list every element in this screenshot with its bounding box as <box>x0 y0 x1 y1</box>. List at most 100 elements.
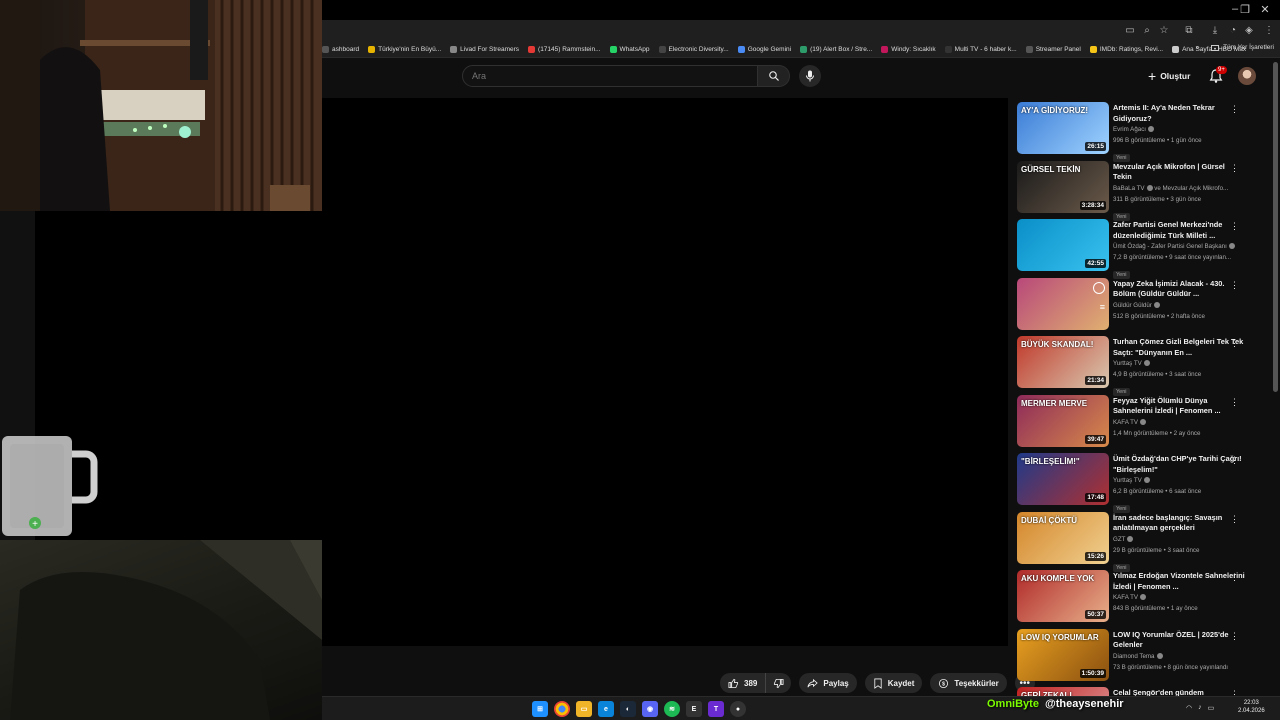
more-options-icon[interactable]: ⋮ <box>1230 104 1239 115</box>
discord-icon[interactable]: ◉ <box>642 701 658 717</box>
recommendation-item[interactable]: AKU KOMPLE YOK 50:37 Yılmaz Erdoğan Vizont… <box>1016 570 1272 629</box>
wifi-icon[interactable]: ◠ <box>1186 704 1192 712</box>
bookmark-item[interactable]: WhatsApp <box>609 46 650 53</box>
share-button[interactable]: Paylaş <box>799 673 857 693</box>
channel-name[interactable]: KAFA TV <box>1113 419 1138 426</box>
more-options-icon[interactable]: ⋮ <box>1230 338 1239 349</box>
bookmark-item[interactable]: Türkiye'nin En Büyü... <box>368 46 441 53</box>
video-title[interactable]: Turhan Çömez Gizli Belgeleri Tek Tek Saç… <box>1113 337 1245 358</box>
video-title[interactable]: İran sadece başlangıç: Savaşın anlatılma… <box>1113 513 1245 534</box>
bookmark-item[interactable]: Multi TV - 6 haber k... <box>944 46 1017 53</box>
cast-icon[interactable]: ▭ <box>1123 24 1137 38</box>
watch-later-icon[interactable] <box>1093 281 1105 294</box>
bookmark-item[interactable]: Livad For Streamers <box>450 46 519 53</box>
video-thumbnail[interactable]: AKU KOMPLE YOK 50:37 <box>1017 570 1109 622</box>
page-scrollbar[interactable] <box>1273 62 1278 392</box>
video-title[interactable]: LOW IQ Yorumlar ÖZEL | 2025'de Gelenler <box>1113 630 1245 651</box>
channel-name[interactable]: Yurttaş TV <box>1113 360 1142 367</box>
more-options-icon[interactable]: ⋮ <box>1230 631 1239 642</box>
bookmark-item[interactable]: Windy: Sıcaklık <box>881 46 936 53</box>
video-title[interactable]: Yapay Zeka İşimizi Alacak - 430. Bölüm (… <box>1113 279 1245 300</box>
bookmark-item[interactable]: Streamer Panel <box>1025 46 1081 53</box>
steam-icon[interactable]: ◐ <box>620 701 636 717</box>
channel-name[interactable]: GZT <box>1113 536 1125 543</box>
video-title[interactable]: Mevzular Açık Mikrofon | Gürsel Tekin <box>1113 162 1245 183</box>
voice-search-button[interactable] <box>799 65 821 87</box>
avatar[interactable] <box>1238 67 1256 85</box>
bookmarks-overflow-icon[interactable]: » <box>1195 44 1199 51</box>
channel-name[interactable]: Diamond Tema <box>1113 653 1155 660</box>
spotify-icon[interactable]: ≋ <box>664 701 680 717</box>
video-thumbnail[interactable]: AY'A GİDİYORUZ! 26:15 <box>1017 102 1109 154</box>
channel-name[interactable]: BaBaLa TV <box>1113 185 1145 192</box>
video-thumbnail[interactable]: BÜYÜK SKANDAL! 21:34 <box>1017 336 1109 388</box>
bookmark-item[interactable]: Google Gemini <box>737 46 791 53</box>
recommendation-item[interactable]: MERMER MERVE 39:47 Feyyaz Yiğit Ölümlü Dün… <box>1016 394 1272 454</box>
more-options-icon[interactable]: ⋮ <box>1230 455 1239 466</box>
windows-start-icon[interactable]: ⊞ <box>532 701 548 717</box>
close-icon[interactable]: ✕ <box>1255 3 1275 16</box>
save-button[interactable]: Kaydet <box>864 673 923 693</box>
video-title[interactable]: Artemis II: Ay'a Neden Tekrar Gidiyoruz? <box>1113 103 1245 124</box>
all-bookmarks[interactable]: » Tüm Yer İşaretleri <box>1195 44 1274 51</box>
chrome-icon[interactable] <box>554 701 570 717</box>
recommendation-item[interactable]: GÜRSEL TEKİN 3:28:34 Mevzular Açık Mikrofo… <box>1016 160 1272 221</box>
recommendation-item[interactable]: LOW IQ YORUMLAR 1:50:39 LOW IQ Yorumlar ÖZ… <box>1016 628 1272 688</box>
channel-name[interactable]: Güldür Güldür <box>1113 302 1152 309</box>
bookmark-item[interactable]: (19) Alert Box / Stre... <box>800 46 872 53</box>
video-player[interactable] <box>322 98 1008 646</box>
battery-icon[interactable]: ▭ <box>1208 704 1215 712</box>
video-thumbnail[interactable]: 42:55 <box>1017 219 1109 271</box>
video-title[interactable]: Zafer Partisi Genel Merkezi'nde düzenled… <box>1113 220 1245 241</box>
volume-icon[interactable]: ♪ <box>1198 704 1202 712</box>
video-title[interactable]: Ümit Özdağ'dan CHP'ye Tarihi Çağrı! "Bir… <box>1113 454 1245 475</box>
bookmark-star-icon[interactable]: ☆ <box>1157 24 1171 38</box>
add-to-queue-icon[interactable]: ≡ <box>1100 302 1105 312</box>
zoom-icon[interactable]: ⌕ <box>1140 24 1154 38</box>
shield-icon[interactable]: ◈ <box>1242 24 1256 38</box>
video-thumbnail[interactable]: ≡ <box>1017 277 1109 330</box>
recommendation-item[interactable]: AY'A GİDİYORUZ! 26:15 Artemis II: Ay'a Ned… <box>1016 102 1272 162</box>
search-input[interactable] <box>463 66 757 86</box>
twitch-icon[interactable]: T <box>708 701 724 717</box>
extensions-icon[interactable]: ⧉ <box>1182 24 1196 38</box>
system-clock[interactable]: 22:03 2.04.2026 <box>1238 699 1265 715</box>
menu-dots-icon[interactable]: ⋮ <box>1262 24 1276 38</box>
more-options-icon[interactable]: ⋮ <box>1230 514 1239 525</box>
video-thumbnail[interactable]: GÜRSEL TEKİN 3:28:34 <box>1017 160 1109 213</box>
channel-name[interactable]: KAFA TV <box>1113 594 1138 601</box>
video-thumbnail[interactable]: LOW IQ YORUMLAR 1:50:39 <box>1017 628 1109 681</box>
channel-name[interactable]: Ümit Özdağ - Zafer Partisi Genel Başkanı <box>1113 243 1227 250</box>
epic-games-icon[interactable]: E <box>686 701 702 717</box>
bookmark-item[interactable]: (17145) Rammstein... <box>528 46 601 53</box>
more-options-icon[interactable]: ⋮ <box>1230 221 1239 232</box>
video-thumbnail[interactable]: DUBAİ ÇÖKTÜ 15:26 <box>1017 511 1109 564</box>
channel-name[interactable]: Yurttaş TV <box>1113 477 1142 484</box>
recommendation-item[interactable]: DUBAİ ÇÖKTÜ 15:26 İran sadece başlangıç: S… <box>1016 511 1272 572</box>
search-button[interactable] <box>758 65 790 87</box>
video-title[interactable]: Yılmaz Erdoğan Vizontele Sahnelerini İzl… <box>1113 571 1245 592</box>
video-thumbnail[interactable]: MERMER MERVE 39:47 <box>1017 394 1109 447</box>
video-thumbnail[interactable]: "BİRLEŞELİM!" 17:48 <box>1017 453 1109 505</box>
edge-icon[interactable]: e <box>598 701 614 717</box>
like-button[interactable]: 389 <box>720 673 767 693</box>
bookmark-item[interactable]: ashboard <box>322 46 359 53</box>
dislike-button[interactable] <box>766 673 792 693</box>
obs-icon[interactable]: ● <box>730 701 746 717</box>
restore-icon[interactable]: ❐ <box>1235 3 1255 16</box>
video-title[interactable]: Feyyaz Yiğit Ölümlü Dünya Sahnelerini İz… <box>1113 396 1245 417</box>
channel-name[interactable]: Evrim Ağacı <box>1113 126 1146 133</box>
bookmark-item[interactable]: IMDb: Ratings, Revi... <box>1089 46 1163 53</box>
download-icon[interactable]: ⤓ <box>1208 24 1222 38</box>
file-explorer-icon[interactable]: ▭ <box>576 701 592 717</box>
more-options-icon[interactable]: ⋮ <box>1230 163 1239 174</box>
recommendation-item[interactable]: 42:55 Zafer Partisi Genel Merkezi'nde düz… <box>1016 219 1272 279</box>
create-button[interactable]: + Oluştur <box>1148 67 1190 85</box>
recommendation-item[interactable]: BÜYÜK SKANDAL! 21:34 Turhan Çömez Gizli Be… <box>1016 336 1272 396</box>
more-options-icon[interactable]: ⋮ <box>1230 397 1239 408</box>
more-options-icon[interactable]: ⋮ <box>1230 572 1239 583</box>
more-options-icon[interactable]: ⋮ <box>1230 280 1239 291</box>
recommendation-item[interactable]: ≡ Yapay Zeka İşimizi Alacak - 430. Bölüm … <box>1016 277 1272 337</box>
recommendation-item[interactable]: "BİRLEŞELİM!" 17:48 Ümit Özdağ'dan CHP'ye … <box>1016 453 1272 513</box>
bookmark-item[interactable]: Electronic Diversity... <box>658 46 729 53</box>
